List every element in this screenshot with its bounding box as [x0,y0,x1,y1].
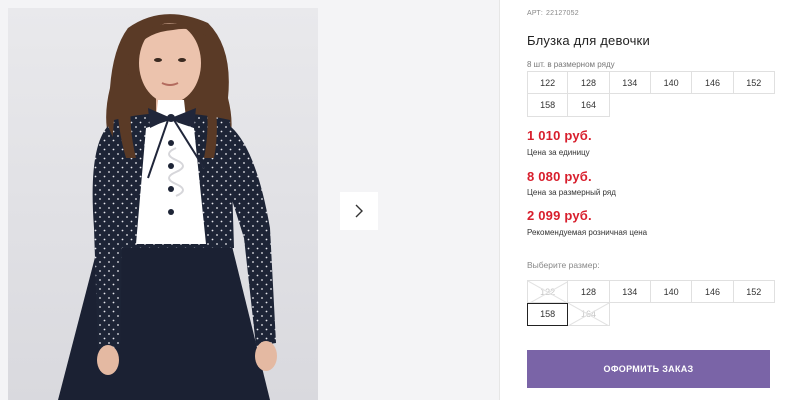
size-range-cell: 128 [568,71,610,94]
size-range-cell: 140 [650,71,693,94]
retail-price: 2 099 руб. [527,208,592,223]
product-info-panel: АРТ: 22127052 Блузка для девочки 8 шт. в … [527,0,800,400]
size-option-label: 152 [746,286,762,297]
size-range-cell: 152 [733,71,775,94]
size-option-label: 134 [622,286,638,297]
size-range-cell: 158 [527,94,569,117]
size-range-cell: 122 [527,71,569,94]
pack-note: 8 шт. в размерном ряду [527,60,615,69]
size-picker-grid: 122 128 134 140 146 152 158 164 [527,280,775,326]
product-gallery [0,0,500,400]
size-range-grid: 122 128 134 140 146 152 158 164 [527,71,775,117]
size-option-label: 128 [580,286,596,297]
size-option-158[interactable]: 158 [527,303,569,326]
size-option-label: 146 [704,286,720,297]
retail-price-label: Рекомендуемая розничная цена [527,228,648,237]
size-option-label: 158 [540,309,556,319]
range-price: 8 080 руб. [527,169,592,184]
sku-label: АРТ: [527,10,544,17]
next-image-button[interactable] [340,192,378,230]
product-title: Блузка для девочки [527,33,650,48]
range-price-label: Цена за размерный ряд [527,188,616,197]
size-option-146[interactable]: 146 [692,280,734,303]
place-order-button[interactable]: ОФОРМИТЬ ЗАКАЗ [527,350,770,388]
size-option-128[interactable]: 128 [568,280,610,303]
panel-divider [499,0,500,400]
girl-blouse-illustration [58,14,277,400]
size-range-cell: 164 [568,94,610,117]
chevron-right-icon [355,204,363,218]
size-option-152[interactable]: 152 [733,280,775,303]
size-range-cell: 134 [609,71,651,94]
size-option-140[interactable]: 140 [650,280,693,303]
size-option-122: 122 [527,280,569,304]
unit-price: 1 010 руб. [527,128,592,143]
unavailable-cross-icon [568,303,610,326]
choose-size-label: Выберите размер: [527,260,600,270]
unit-price-label: Цена за единицу [527,148,590,157]
product-photo[interactable] [8,8,318,400]
sku-value: 22127052 [546,10,579,17]
unavailable-cross-icon [528,281,569,304]
size-option-134[interactable]: 134 [609,280,651,303]
size-option-label: 140 [663,286,679,297]
size-option-164: 164 [568,303,610,326]
product-sku: АРТ: 22127052 [527,10,582,17]
size-range-cell: 146 [692,71,734,94]
